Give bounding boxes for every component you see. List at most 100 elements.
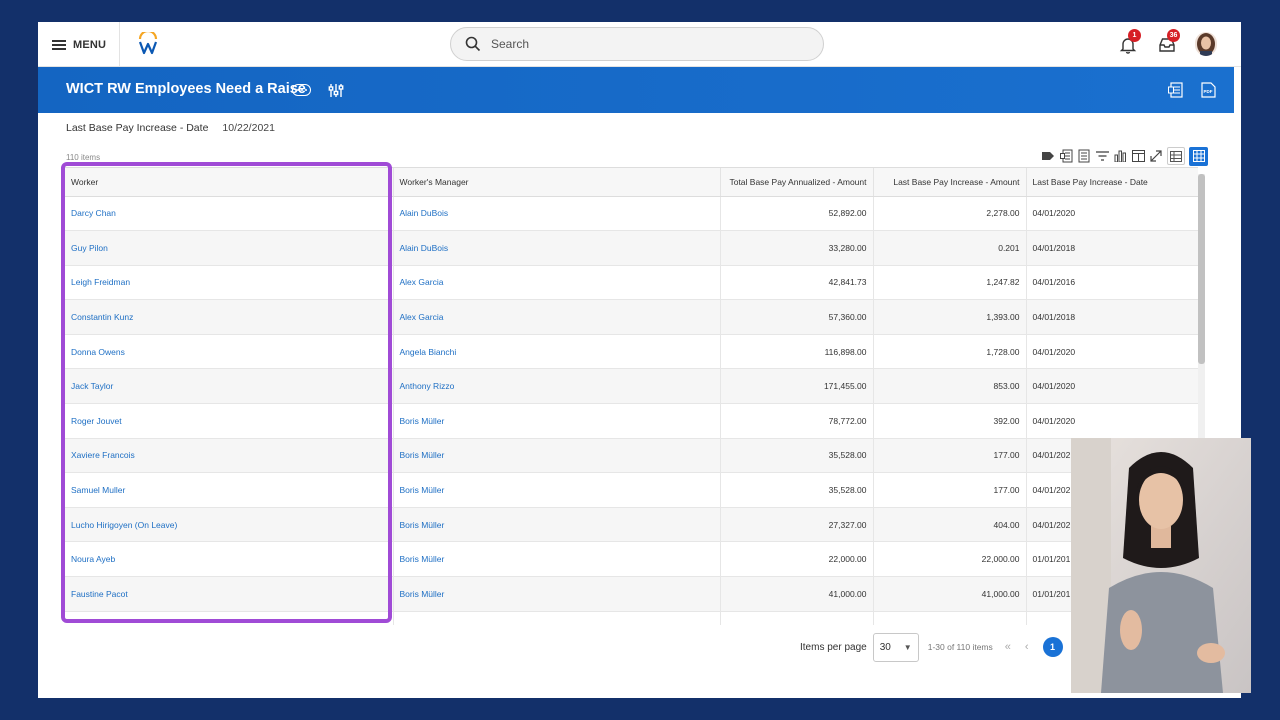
report-grid: Worker Worker's Manager Total Base Pay A…: [65, 167, 1198, 625]
table-row[interactable]: Xaviere Francois Boris Müller 35,528.00 177…: [65, 438, 1198, 474]
items-per-page-label: Items per page: [800, 641, 867, 653]
top-bar: MENU 1 36: [38, 22, 1241, 67]
last-increase-amount-cell: 392.00: [873, 403, 1027, 439]
manager-cell[interactable]: Boris Müller: [393, 507, 721, 543]
worker-cell[interactable]: Constantin Kunz: [65, 299, 394, 335]
current-page-button[interactable]: 1: [1042, 637, 1063, 657]
worker-cell[interactable]: Samuel Muller: [65, 472, 394, 508]
manager-cell[interactable]: Alain DuBois: [393, 196, 721, 232]
table-row[interactable]: Darcy Chan Alain DuBois 52,892.00 2,278.00 0…: [65, 196, 1198, 232]
app-window: MENU 1 36: [38, 22, 1241, 698]
scrollbar-thumb[interactable]: [1198, 174, 1205, 364]
filter-icon[interactable]: [1095, 149, 1109, 163]
worker-cell[interactable]: Jack Taylor: [65, 368, 394, 405]
chart-icon[interactable]: [1113, 149, 1127, 163]
last-increase-amount-cell: 1,728.00: [873, 334, 1027, 370]
grid-view-icon[interactable]: [1189, 146, 1208, 166]
table-row[interactable]: Samuel Muller Boris Müller 35,528.00 177.00…: [65, 472, 1198, 508]
manager-cell[interactable]: Alex Garcia: [393, 299, 721, 335]
last-increase-amount-cell: 853.00: [873, 368, 1027, 405]
worker-cell[interactable]: Guy Pilon: [65, 230, 394, 266]
range-text: 1-30 of 110 items: [927, 642, 993, 652]
inbox-badge: 36: [1167, 29, 1180, 42]
manager-cell[interactable]: Anthony Rizzo: [393, 368, 721, 405]
items-per-page-select[interactable]: 30 ▼: [872, 632, 919, 662]
worker-cell[interactable]: Xaviere Francois: [65, 438, 394, 474]
last-increase-amount-cell: 404.00: [873, 507, 1027, 543]
table-row[interactable]: Jack Taylor Anthony Rizzo 171,455.00 853.00…: [65, 368, 1198, 405]
total-base-pay-cell: 33,280.00: [720, 230, 874, 266]
avatar[interactable]: [1195, 32, 1217, 56]
previous-page-icon[interactable]: ‹: [1025, 641, 1029, 653]
table-row[interactable]: Leigh Freidman Alex Garcia 42,841.73 1,247.…: [65, 265, 1198, 301]
first-page-icon[interactable]: «: [1005, 641, 1011, 653]
divider: [119, 22, 120, 67]
filter-label: Last Base Pay Increase - Date: [66, 122, 209, 134]
total-base-pay-cell: [720, 611, 874, 625]
table-row[interactable]: Donna Owens Angela Bianchi 116,898.00 1,728…: [65, 334, 1198, 370]
table-row[interactable]: Guy Pilon Alain DuBois 33,280.00 0.201 04/01…: [65, 230, 1198, 266]
table-row[interactable]: [65, 611, 1198, 625]
column-header-last-increase-amount[interactable]: Last Base Pay Increase - Amount: [873, 168, 1027, 197]
manager-cell[interactable]: [393, 611, 721, 625]
menu-label: MENU: [73, 39, 107, 51]
search-input[interactable]: [491, 37, 791, 51]
fullscreen-icon[interactable]: [1149, 149, 1163, 163]
search-bar[interactable]: [450, 27, 824, 61]
column-header-total-base-pay[interactable]: Total Base Pay Annualized - Amount: [720, 168, 874, 197]
worker-cell[interactable]: Noura Ayeb: [65, 541, 394, 578]
related-actions-icon[interactable]: [292, 84, 311, 96]
manager-cell[interactable]: Alain DuBois: [393, 230, 721, 266]
filter-value: 10/22/2021: [222, 122, 275, 134]
report-header: WICT RW Employees Need a Raise PDF: [38, 67, 1234, 113]
last-increase-date-cell: 04/01/2016: [1026, 265, 1198, 301]
table-icon[interactable]: [1077, 149, 1091, 163]
manager-cell[interactable]: Angela Bianchi: [393, 334, 721, 370]
manager-cell[interactable]: Alex Garcia: [393, 265, 721, 301]
column-header-manager[interactable]: Worker's Manager: [393, 168, 721, 197]
manager-cell[interactable]: Boris Müller: [393, 576, 721, 612]
tag-icon[interactable]: [1041, 149, 1055, 163]
last-increase-amount-cell: 177.00: [873, 438, 1027, 474]
table-row[interactable]: Faustine Pacot Boris Müller 41,000.00 41,00…: [65, 576, 1198, 612]
manager-cell[interactable]: Boris Müller: [393, 438, 721, 474]
export-pdf-icon[interactable]: PDF: [1201, 82, 1216, 98]
total-base-pay-cell: 35,528.00: [720, 438, 874, 474]
last-increase-date-cell: 04/01/2020: [1026, 196, 1198, 232]
total-base-pay-cell: 57,360.00: [720, 299, 874, 335]
manager-cell[interactable]: Boris Müller: [393, 403, 721, 439]
chevron-down-icon: ▼: [903, 642, 912, 652]
worker-cell[interactable]: Roger Jouvet: [65, 403, 394, 439]
total-base-pay-cell: 116,898.00: [720, 334, 874, 370]
export-excel-icon[interactable]: [1168, 82, 1183, 98]
column-header-worker[interactable]: Worker: [65, 168, 394, 197]
last-increase-date-cell: 04/01/2018: [1026, 299, 1198, 335]
last-increase-date-cell: 04/01/2020: [1026, 368, 1198, 405]
last-increase-amount-cell: 1,393.00: [873, 299, 1027, 335]
menu-button[interactable]: MENU: [52, 34, 106, 56]
list-view-icon[interactable]: [1167, 147, 1185, 165]
table-row[interactable]: Noura Ayeb Boris Müller 22,000.00 22,000.00…: [65, 541, 1198, 578]
manager-cell[interactable]: Boris Müller: [393, 472, 721, 508]
total-base-pay-cell: 42,841.73: [720, 265, 874, 301]
worker-cell[interactable]: Darcy Chan: [65, 196, 394, 232]
column-header-last-increase-date[interactable]: Last Base Pay Increase - Date: [1026, 168, 1198, 197]
last-increase-amount-cell: 41,000.00: [873, 576, 1027, 612]
table-row[interactable]: Roger Jouvet Boris Müller 78,772.00 392.00 0…: [65, 403, 1198, 439]
columns-icon[interactable]: [1131, 149, 1145, 163]
table-row[interactable]: Constantin Kunz Alex Garcia 57,360.00 1,393…: [65, 299, 1198, 335]
worker-cell[interactable]: [65, 611, 394, 625]
manager-cell[interactable]: Boris Müller: [393, 541, 721, 578]
worker-cell[interactable]: Lucho Hirigoyen (On Leave): [65, 507, 394, 543]
report-filter: Last Base Pay Increase - Date 10/22/2021: [66, 122, 275, 134]
worker-cell[interactable]: Donna Owens: [65, 334, 394, 370]
worker-cell[interactable]: Leigh Freidman: [65, 265, 394, 301]
workday-logo[interactable]: [137, 32, 159, 56]
table-row[interactable]: Lucho Hirigoyen (On Leave) Boris Müller 27…: [65, 507, 1198, 543]
tune-icon[interactable]: [328, 83, 344, 98]
svg-text:PDF: PDF: [1204, 89, 1213, 94]
export-table-icon[interactable]: [1059, 149, 1073, 163]
last-increase-date-cell: 04/01/2020: [1026, 403, 1198, 439]
worker-cell[interactable]: Faustine Pacot: [65, 576, 394, 612]
last-increase-date-cell: 04/01/2018: [1026, 230, 1198, 266]
